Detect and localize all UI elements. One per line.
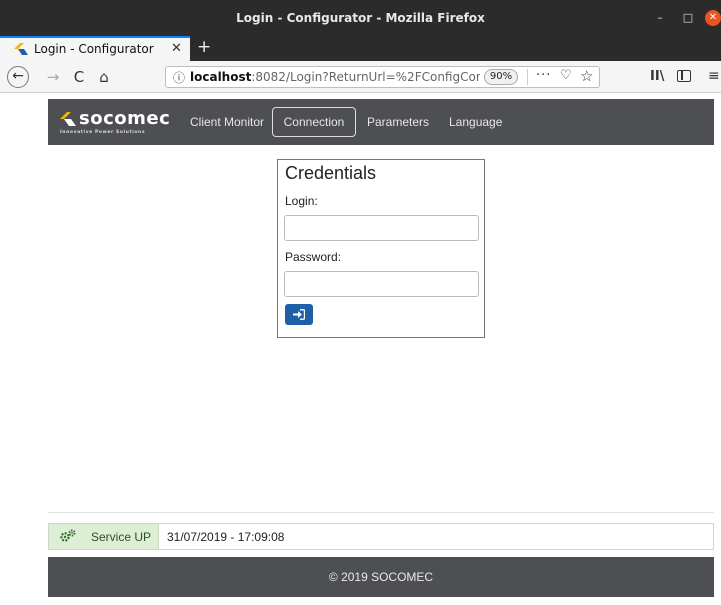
nav-client-monitor[interactable]: Client Monitor [190, 115, 264, 129]
tab-strip: Login - Configurator ✕ + [0, 36, 721, 61]
minimize-icon[interactable]: – [652, 10, 668, 26]
maximize-icon[interactable]: □ [680, 10, 696, 26]
bookmark-star-icon[interactable]: ☆ [580, 67, 593, 85]
window-title: Login - Configurator - Mozilla Firefox [236, 11, 485, 25]
login-label: Login: [285, 194, 318, 208]
status-timestamp: 31/07/2019 - 17:09:08 [167, 530, 285, 544]
logo-wordmark: socomec [79, 108, 171, 129]
reload-icon[interactable]: C [71, 67, 87, 87]
url-bar[interactable]: ⓘ localhost:8082/Login?ReturnUrl=%2FConf… [165, 66, 600, 88]
back-icon[interactable]: ← [7, 66, 29, 88]
socomec-logo-mark-icon [60, 112, 76, 126]
nav-language[interactable]: Language [449, 115, 502, 129]
password-label: Password: [285, 250, 342, 264]
service-status-badge: Service UP [49, 524, 159, 549]
content-divider [48, 512, 714, 513]
browser-toolbar: ← → C ⌂ ⓘ localhost:8082/Login?ReturnUrl… [0, 61, 721, 93]
home-icon[interactable]: ⌂ [95, 67, 113, 87]
service-status-bar: Service UP 31/07/2019 - 17:09:08 [48, 523, 714, 550]
nav-connection[interactable]: Connection [272, 107, 356, 137]
socomec-favicon-icon [14, 43, 28, 55]
window-titlebar: Login - Configurator - Mozilla Firefox –… [0, 0, 721, 36]
gears-icon [60, 529, 76, 542]
zoom-level-badge[interactable]: 90% [484, 69, 518, 85]
login-input[interactable] [284, 215, 479, 241]
new-tab-icon[interactable]: + [197, 37, 211, 57]
logo-tagline: Innovative Power Solutions [60, 130, 146, 135]
page-footer: © 2019 SOCOMEC [48, 557, 714, 597]
tab-label: Login - Configurator [34, 42, 154, 56]
sign-in-icon [293, 309, 305, 320]
pocket-icon[interactable]: ♡ [560, 68, 572, 83]
site-navbar: socomec Innovative Power Solutions Clien… [48, 99, 714, 145]
service-status-text: Service UP [91, 530, 152, 544]
url-separator [527, 69, 528, 85]
nav-parameters[interactable]: Parameters [367, 115, 429, 129]
tab-login-configurator[interactable]: Login - Configurator ✕ [0, 36, 190, 61]
hamburger-menu-icon[interactable]: ≡ [708, 68, 720, 84]
url-path: :8082/Login?ReturnUrl=%2FConfigConn [251, 70, 480, 84]
sign-in-button[interactable] [285, 304, 313, 325]
site-info-icon[interactable]: ⓘ [173, 69, 185, 86]
url-host: localhost [190, 70, 252, 84]
forward-icon[interactable]: → [45, 67, 61, 87]
url-text[interactable]: localhost:8082/Login?ReturnUrl=%2FConfig… [190, 70, 480, 84]
library-icon[interactable]: II\ [650, 69, 664, 84]
page-actions-icon[interactable]: ··· [536, 68, 551, 83]
sidebar-icon[interactable] [677, 70, 691, 82]
tab-close-icon[interactable]: ✕ [171, 41, 182, 56]
credentials-title: Credentials [285, 163, 377, 183]
password-input[interactable] [284, 271, 479, 297]
close-window-icon[interactable]: ✕ [705, 10, 721, 26]
credentials-card: Credentials Login: Password: [277, 159, 485, 338]
socomec-logo[interactable]: socomec Innovative Power Solutions [60, 108, 171, 137]
